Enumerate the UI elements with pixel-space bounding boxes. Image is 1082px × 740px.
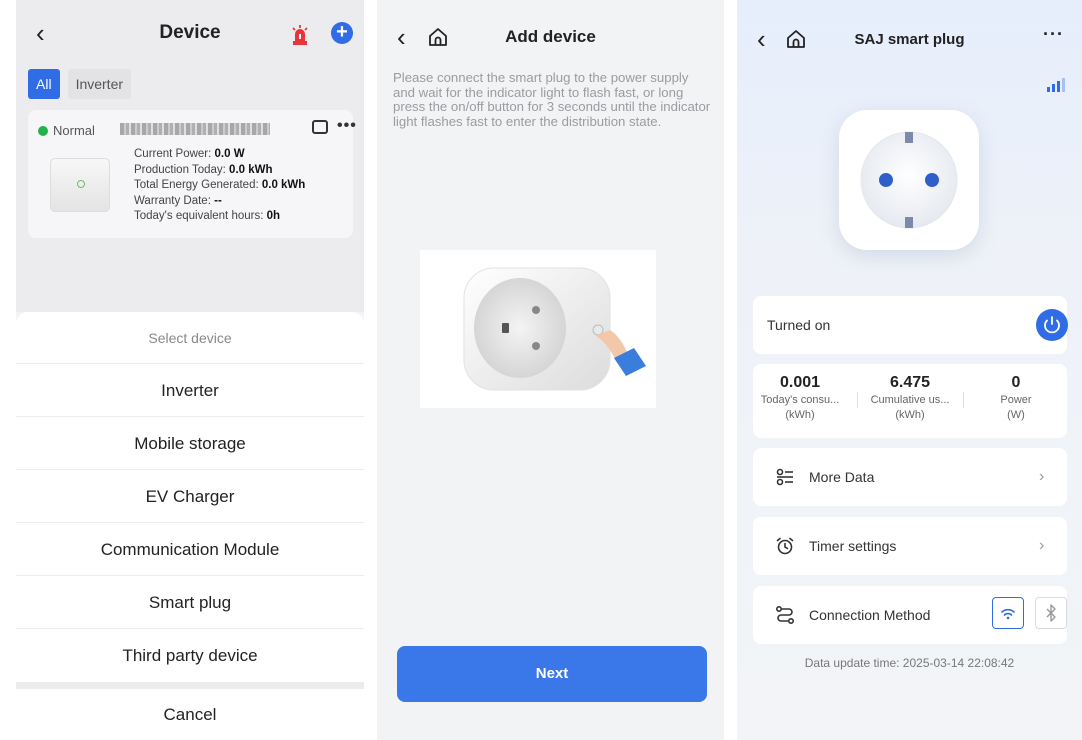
power-icon (1044, 316, 1060, 334)
device-card[interactable]: Normal ••• Current Power: 0.0 W Producti… (28, 110, 356, 238)
chevron-right-icon: › (1039, 468, 1045, 485)
page-title: Add device (505, 27, 596, 46)
smart-plug-image (839, 110, 979, 250)
page-title: Device (159, 22, 221, 43)
select-device-sheet: Select device Inverter Mobile storage EV… (16, 312, 364, 740)
bluetooth-option-button[interactable] (1035, 597, 1067, 629)
stat-today-consumption: 0.001 Today's consu... (kWh) (753, 364, 847, 423)
alarm-icon[interactable] (291, 24, 309, 46)
sheet-item-ev-charger[interactable]: EV Charger (16, 470, 364, 523)
status-text: Normal (53, 123, 95, 138)
page-title: SAJ smart plug (854, 31, 965, 48)
next-button[interactable]: Next (397, 646, 707, 702)
status-dot-icon (38, 126, 48, 136)
stat-unit: (kWh) (895, 409, 925, 421)
cancel-button[interactable]: Cancel (16, 689, 364, 740)
stat-unit: (W) (1007, 409, 1025, 421)
stat-label: Power (1000, 394, 1032, 406)
stat-power: 0 Power (W) (965, 364, 1067, 423)
device-info: Current Power: 0.0 W Production Today: 0… (134, 147, 305, 225)
stat-label: Today's consu... (760, 394, 840, 406)
alarm-clock-icon (776, 537, 794, 555)
sheet-item-smart-plug[interactable]: Smart plug (16, 576, 364, 629)
equivalent-hours-line: Today's equivalent hours: 0h (134, 210, 281, 222)
stat-cumulative-usage: 6.475 Cumulative us... (kWh) (859, 364, 961, 423)
sheet-item-mobile-storage[interactable]: Mobile storage (16, 417, 364, 470)
total-energy-line: Total Energy Generated: 0.0 kWh (134, 179, 306, 191)
timer-settings-row[interactable]: Timer settings › (753, 517, 1067, 575)
device-list-backdrop: ‹ Device + All Inverter Normal ••• Curre… (16, 0, 364, 312)
wifi-icon (1001, 608, 1015, 620)
timer-settings-label: Timer settings (809, 538, 897, 554)
sheet-item-communication-module[interactable]: Communication Module (16, 523, 364, 576)
sheet-divider (16, 682, 364, 689)
stat-value: 6.475 (889, 374, 931, 391)
monitor-icon[interactable] (312, 120, 328, 134)
inverter-image (50, 158, 110, 212)
tab-all[interactable]: All (28, 69, 60, 99)
smart-plug-illustration (420, 250, 656, 408)
signal-strength-icon (1047, 78, 1065, 92)
connection-method-label: Connection Method (809, 607, 931, 623)
energy-stats-card: 0.001 Today's consu... (kWh) 6.475 Cumul… (753, 364, 1067, 438)
add-device-icon[interactable]: + (331, 22, 353, 44)
sheet-item-inverter[interactable]: Inverter (16, 364, 364, 417)
add-device-screen: ‹ Add device Please connect the smart pl… (377, 0, 724, 740)
sheet-item-third-party[interactable]: Third party device (16, 629, 364, 682)
connection-route-icon (775, 605, 795, 625)
warranty-date-line: Warranty Date: -- (134, 194, 222, 207)
filter-tabs: All Inverter (28, 69, 139, 99)
divider (857, 392, 858, 408)
stat-value: 0.001 (779, 374, 821, 391)
list-settings-icon (776, 468, 793, 486)
more-icon[interactable]: ··· (1043, 24, 1064, 45)
power-toggle-button[interactable] (1036, 309, 1068, 341)
more-icon[interactable]: ••• (337, 117, 357, 135)
connection-method-row: Connection Method (753, 586, 1067, 644)
stat-unit: (kWh) (785, 409, 815, 421)
stat-value: 0 (1011, 374, 1021, 391)
wifi-option-button[interactable] (992, 597, 1024, 629)
instruction-text: Please connect the smart plug to the pow… (393, 70, 711, 129)
more-data-label: More Data (809, 469, 875, 485)
more-data-row[interactable]: More Data › (753, 448, 1067, 506)
data-update-time: Data update time: 2025-03-14 22:08:42 (804, 656, 1015, 670)
bluetooth-icon (1046, 604, 1056, 622)
device-serial-redacted (120, 123, 270, 135)
divider (963, 392, 964, 408)
production-today-line: Production Today: 0.0 kWh (134, 163, 273, 176)
smart-plug-detail-screen: ‹ SAJ smart plug ··· Turned on 0.001 Tod… (737, 0, 1082, 740)
tab-inverter[interactable]: Inverter (67, 69, 132, 99)
sheet-title: Select device (16, 312, 364, 364)
power-state-card: Turned on (753, 296, 1068, 354)
chevron-right-icon: › (1039, 537, 1045, 554)
current-power-line: Current Power: 0.0 W (134, 148, 245, 160)
device-list-screen: ‹ Device + All Inverter Normal ••• Curre… (16, 0, 364, 740)
header: ‹ Device + (16, 12, 364, 52)
power-state-label: Turned on (767, 317, 831, 333)
stat-label: Cumulative us... (870, 394, 950, 406)
